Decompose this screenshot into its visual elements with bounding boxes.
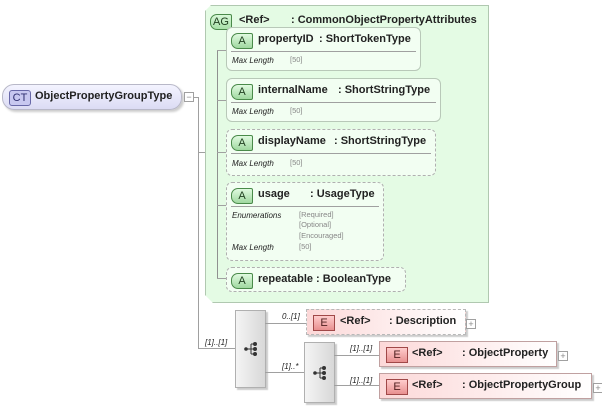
- facet-value: [50]: [290, 55, 303, 64]
- attribute-name: displayName: [258, 135, 326, 147]
- attribute-usage[interactable]: A usage : UsageType Enumerations [Requir…: [226, 182, 384, 261]
- connector: [334, 385, 379, 386]
- facet-value: [50]: [290, 158, 303, 167]
- connector: [265, 372, 304, 373]
- attribute-displayName[interactable]: A displayName : ShortStringType Max Leng…: [226, 129, 436, 176]
- facet-value: [Required]: [299, 210, 334, 219]
- connector: [334, 355, 379, 356]
- facet-label: Max Length: [232, 243, 274, 252]
- connector: [198, 97, 199, 349]
- facet-label: Max Length: [232, 56, 274, 65]
- attribute-type: : BooleanType: [316, 273, 391, 285]
- facet-value: [Encouraged]: [299, 231, 344, 240]
- attribute-type: : UsageType: [310, 188, 375, 200]
- attribute-type: : ShortStringType: [338, 84, 431, 96]
- attribute-propertyID[interactable]: A propertyID : ShortTokenType Max Length…: [226, 27, 421, 71]
- element-badge: E: [386, 379, 408, 395]
- element-ref: <Ref>: [412, 379, 443, 391]
- connector: [198, 348, 235, 349]
- element-cardinality: 0..[1]: [282, 312, 300, 321]
- expand-toggle[interactable]: +: [558, 351, 568, 361]
- connector: [198, 152, 206, 153]
- sequence-cardinality: [1]..[1]: [205, 338, 228, 347]
- attribute-type: : ShortStringType: [334, 135, 427, 147]
- attribute-type: : ShortTokenType: [319, 33, 411, 45]
- element-ref: <Ref>: [340, 315, 371, 327]
- separator: [231, 102, 436, 103]
- facet-value: [Optional]: [299, 220, 332, 229]
- element-description[interactable]: E <Ref> : Description: [306, 309, 466, 335]
- facet-label: Max Length: [232, 107, 274, 116]
- sequence-icon: [244, 342, 257, 356]
- complex-type-node[interactable]: CT ObjectPropertyGroupType: [2, 84, 182, 110]
- attribute-badge: A: [231, 188, 253, 204]
- facet-label: Enumerations: [232, 211, 282, 220]
- element-cardinality: [1]..[1]: [350, 376, 373, 385]
- attribute-badge: A: [231, 135, 253, 151]
- element-name: : ObjectPropertyGroup: [462, 379, 582, 391]
- element-cardinality: [1]..[1]: [350, 344, 373, 353]
- separator: [231, 206, 379, 207]
- attribute-badge: A: [231, 84, 253, 100]
- expand-toggle[interactable]: +: [593, 383, 602, 393]
- complex-type-badge: CT: [9, 90, 31, 106]
- expand-toggle[interactable]: +: [466, 319, 476, 329]
- attribute-name: repeatable: [258, 273, 314, 285]
- sequence-compositor[interactable]: [235, 310, 266, 388]
- attribute-badge: A: [231, 33, 253, 49]
- element-badge: E: [386, 347, 408, 363]
- attribute-name: internalName: [258, 84, 328, 96]
- sequence-icon: [313, 366, 326, 380]
- inner-sequence-compositor[interactable]: [304, 342, 335, 403]
- attribute-name: usage: [258, 188, 290, 200]
- element-name: : Description: [389, 315, 457, 327]
- complex-type-name: ObjectPropertyGroupType: [35, 90, 173, 102]
- element-badge: E: [313, 315, 335, 331]
- attribute-group-ref: <Ref>: [239, 14, 270, 26]
- facet-label: Max Length: [232, 159, 274, 168]
- connector: [217, 50, 218, 279]
- connector: [265, 323, 306, 324]
- element-objectpropertygroup[interactable]: E <Ref> : ObjectPropertyGroup: [379, 373, 592, 399]
- element-objectproperty[interactable]: E <Ref> : ObjectProperty: [379, 341, 557, 367]
- separator: [231, 51, 416, 52]
- element-ref: <Ref>: [412, 347, 443, 359]
- facet-value: [50]: [290, 106, 303, 115]
- attribute-badge: A: [231, 273, 253, 289]
- attribute-group-type: : CommonObjectPropertyAttributes: [291, 14, 477, 26]
- attribute-internalName[interactable]: A internalName : ShortStringType Max Len…: [226, 78, 441, 122]
- element-name: : ObjectProperty: [462, 347, 549, 359]
- inner-sequence-cardinality: [1]..*: [282, 362, 299, 371]
- facet-value: [50]: [299, 242, 312, 251]
- separator: [231, 153, 431, 154]
- attribute-name: propertyID: [258, 33, 314, 45]
- attribute-repeatable[interactable]: A repeatable : BooleanType: [226, 267, 406, 292]
- collapse-toggle[interactable]: −: [184, 92, 194, 102]
